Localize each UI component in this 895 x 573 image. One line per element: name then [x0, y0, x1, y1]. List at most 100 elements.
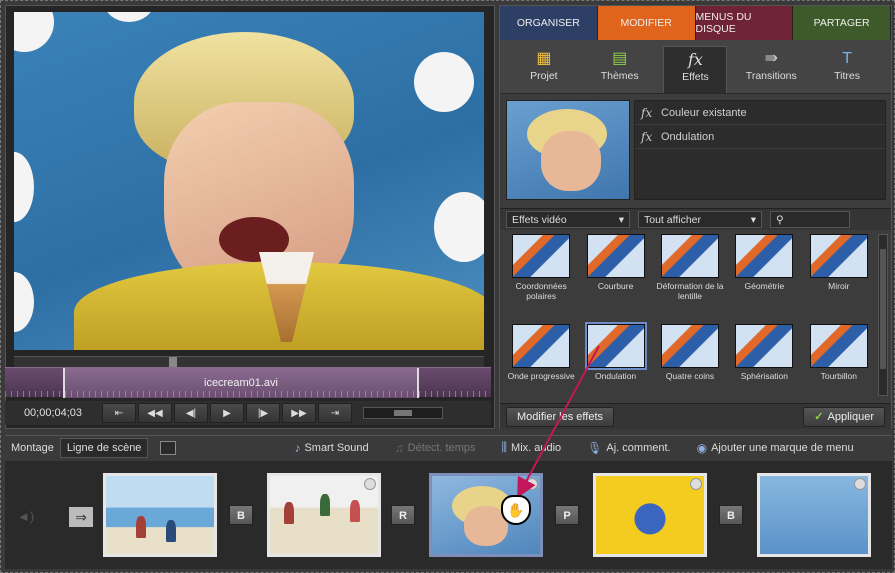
- timecode[interactable]: 00;00;04;03: [5, 407, 101, 419]
- toolbar-label: Détect. temps: [407, 441, 476, 454]
- wave-shape: [14, 152, 34, 222]
- step-back-button[interactable]: ◀|: [174, 403, 208, 423]
- disc-icon: ◉: [696, 440, 708, 455]
- tool-themes[interactable]: ▤ Thèmes: [588, 46, 652, 93]
- folder-icon: ▦: [536, 50, 552, 67]
- scene-line-view-button[interactable]: Ligne de scène: [59, 437, 149, 458]
- effect-preview: [809, 324, 868, 368]
- effect-thumb[interactable]: Courbure: [578, 234, 652, 320]
- tool-label: Titres: [834, 70, 861, 82]
- start-transition-slot[interactable]: ⇒: [69, 507, 93, 527]
- effect-label: Miroir: [828, 281, 850, 291]
- effect-badge-icon: [364, 478, 376, 490]
- effect-preview: [660, 234, 719, 278]
- drag-hand-icon: ✋: [501, 495, 531, 525]
- tab-menus-du-disque[interactable]: MENUS DU DISQUE: [695, 6, 794, 40]
- effect-thumb[interactable]: Quatre coins: [653, 324, 727, 400]
- montage-view-button[interactable]: Montage: [5, 439, 60, 457]
- add-menu-marker-button[interactable]: ◉ Ajouter une marque de menu: [697, 441, 854, 455]
- detect-tempo-button[interactable]: ♫ Détect. temps: [395, 441, 476, 455]
- scene-clip[interactable]: [757, 473, 871, 557]
- effect-badge-icon: [690, 478, 702, 490]
- effect-thumb-selected[interactable]: Ondulation: [578, 322, 652, 400]
- tool-effets[interactable]: fx Effets: [663, 46, 728, 93]
- effect-thumb[interactable]: Tourbillon: [802, 324, 876, 400]
- effect-label: Ondulation: [595, 371, 637, 381]
- wave-shape: [104, 12, 154, 22]
- premiere-elements-window: icecream01.avi 00;00;04;03 ⇤ ◀◀ ◀| ▶ |▶ …: [0, 0, 895, 573]
- tool-transitions[interactable]: ⇛ Transitions: [739, 46, 803, 93]
- tab-partager[interactable]: PARTAGER: [793, 6, 891, 40]
- music-note-icon: ♪: [294, 440, 301, 455]
- effect-thumb[interactable]: Déformation de la lentille: [653, 234, 727, 320]
- person-shape: [136, 516, 146, 538]
- effect-label: Déformation de la lentille: [656, 281, 724, 301]
- effects-actions: Modifier les effets ✓ Appliquer: [500, 403, 891, 429]
- clip-trim-bar[interactable]: icecream01.avi: [5, 367, 491, 398]
- select-value: Effets vidéo: [512, 213, 567, 226]
- apply-button[interactable]: ✓ Appliquer: [803, 406, 885, 427]
- toolbar-label: Smart Sound: [304, 441, 369, 454]
- wave-shape: [434, 192, 484, 262]
- play-button[interactable]: ▶: [210, 403, 244, 423]
- step-forward-button[interactable]: |▶: [246, 403, 280, 423]
- search-input[interactable]: ⚲: [770, 211, 850, 228]
- transition-marker[interactable]: B: [719, 505, 743, 525]
- scene-clip[interactable]: [593, 473, 707, 557]
- go-to-end-button[interactable]: ▶▶: [282, 403, 316, 423]
- effect-thumb[interactable]: Coordonnées polaires: [504, 234, 578, 320]
- tab-modifier[interactable]: MODIFIER: [597, 6, 696, 40]
- effect-preview: [512, 234, 571, 278]
- effect-thumb[interactable]: Miroir: [802, 234, 876, 320]
- effect-thumb[interactable]: Onde progressive: [504, 324, 578, 400]
- transport-controls: 00;00;04;03 ⇤ ◀◀ ◀| ▶ |▶ ▶▶ ⇥: [5, 401, 491, 425]
- effects-scrollbar[interactable]: [878, 234, 888, 396]
- applied-effects-list: fx Couleur existante fx Ondulation: [634, 100, 886, 200]
- tool-label: Thèmes: [600, 70, 639, 82]
- tab-organiser[interactable]: ORGANISER: [500, 6, 598, 40]
- effect-preview: [809, 234, 868, 278]
- applied-effect-item[interactable]: fx Couleur existante: [635, 101, 885, 125]
- search-icon: ⚲: [776, 213, 784, 226]
- transition-marker[interactable]: P: [555, 505, 579, 525]
- set-out-point-button[interactable]: ⇥: [318, 403, 352, 423]
- tool-label: Effets: [682, 71, 709, 83]
- tool-titres[interactable]: T Titres: [815, 46, 879, 93]
- edit-tools: ▦ Projet ▤ Thèmes fx Effets ⇛ Transitions TT…: [500, 40, 891, 94]
- tempo-icon: ♫: [394, 440, 404, 455]
- edit-effects-button[interactable]: Modifier les effets: [506, 406, 615, 427]
- timeline-toolbar: Montage Ligne de scène ♪ Smart Sound ♫ Dét…: [5, 435, 892, 459]
- toolbar-label: Mix. audio: [511, 441, 562, 454]
- themes-icon: ▤: [612, 50, 628, 67]
- thumb-face: [541, 131, 601, 191]
- effect-thumb[interactable]: Sphérisation: [727, 324, 801, 400]
- tasks-panel: ORGANISER MODIFIER MENUS DU DISQUE PARTA…: [499, 5, 892, 429]
- checkmark-icon: ✓: [814, 411, 824, 423]
- effect-preview: [512, 324, 571, 368]
- show-filter-select[interactable]: Tout afficher ▾: [638, 211, 762, 228]
- transition-marker[interactable]: R: [391, 505, 415, 525]
- properties-icon[interactable]: [160, 440, 177, 455]
- add-comment-button[interactable]: 🎙 Aj. comment.: [587, 441, 670, 455]
- transition-marker[interactable]: B: [229, 505, 253, 525]
- tool-projet[interactable]: ▦ Projet: [512, 46, 576, 93]
- scene-clip[interactable]: [103, 473, 217, 557]
- smart-sound-button[interactable]: ♪ Smart Sound: [294, 441, 368, 455]
- select-value: Tout afficher: [644, 213, 702, 226]
- effect-label: Courbure: [597, 281, 634, 291]
- toolbar-label: Ajouter une marque de menu: [711, 441, 854, 454]
- shuttle-slider[interactable]: [363, 407, 443, 419]
- effects-category-select[interactable]: Effets vidéo ▾: [506, 211, 630, 228]
- effect-thumb[interactable]: Géométrie: [727, 234, 801, 320]
- go-to-start-button[interactable]: ◀◀: [138, 403, 172, 423]
- applied-effect-item[interactable]: fx Ondulation: [635, 125, 885, 149]
- set-in-point-button[interactable]: ⇤: [102, 403, 136, 423]
- audio-mix-button[interactable]: ⫼ Mix. audio: [502, 440, 562, 455]
- video-preview[interactable]: [14, 12, 484, 350]
- scene-clip[interactable]: [267, 473, 381, 557]
- effect-label: Coordonnées polaires: [515, 281, 567, 301]
- effect-label: Quatre coins: [665, 371, 715, 381]
- effect-preview: [735, 234, 794, 278]
- wave-shape: [14, 272, 34, 332]
- person-shape: [284, 502, 294, 524]
